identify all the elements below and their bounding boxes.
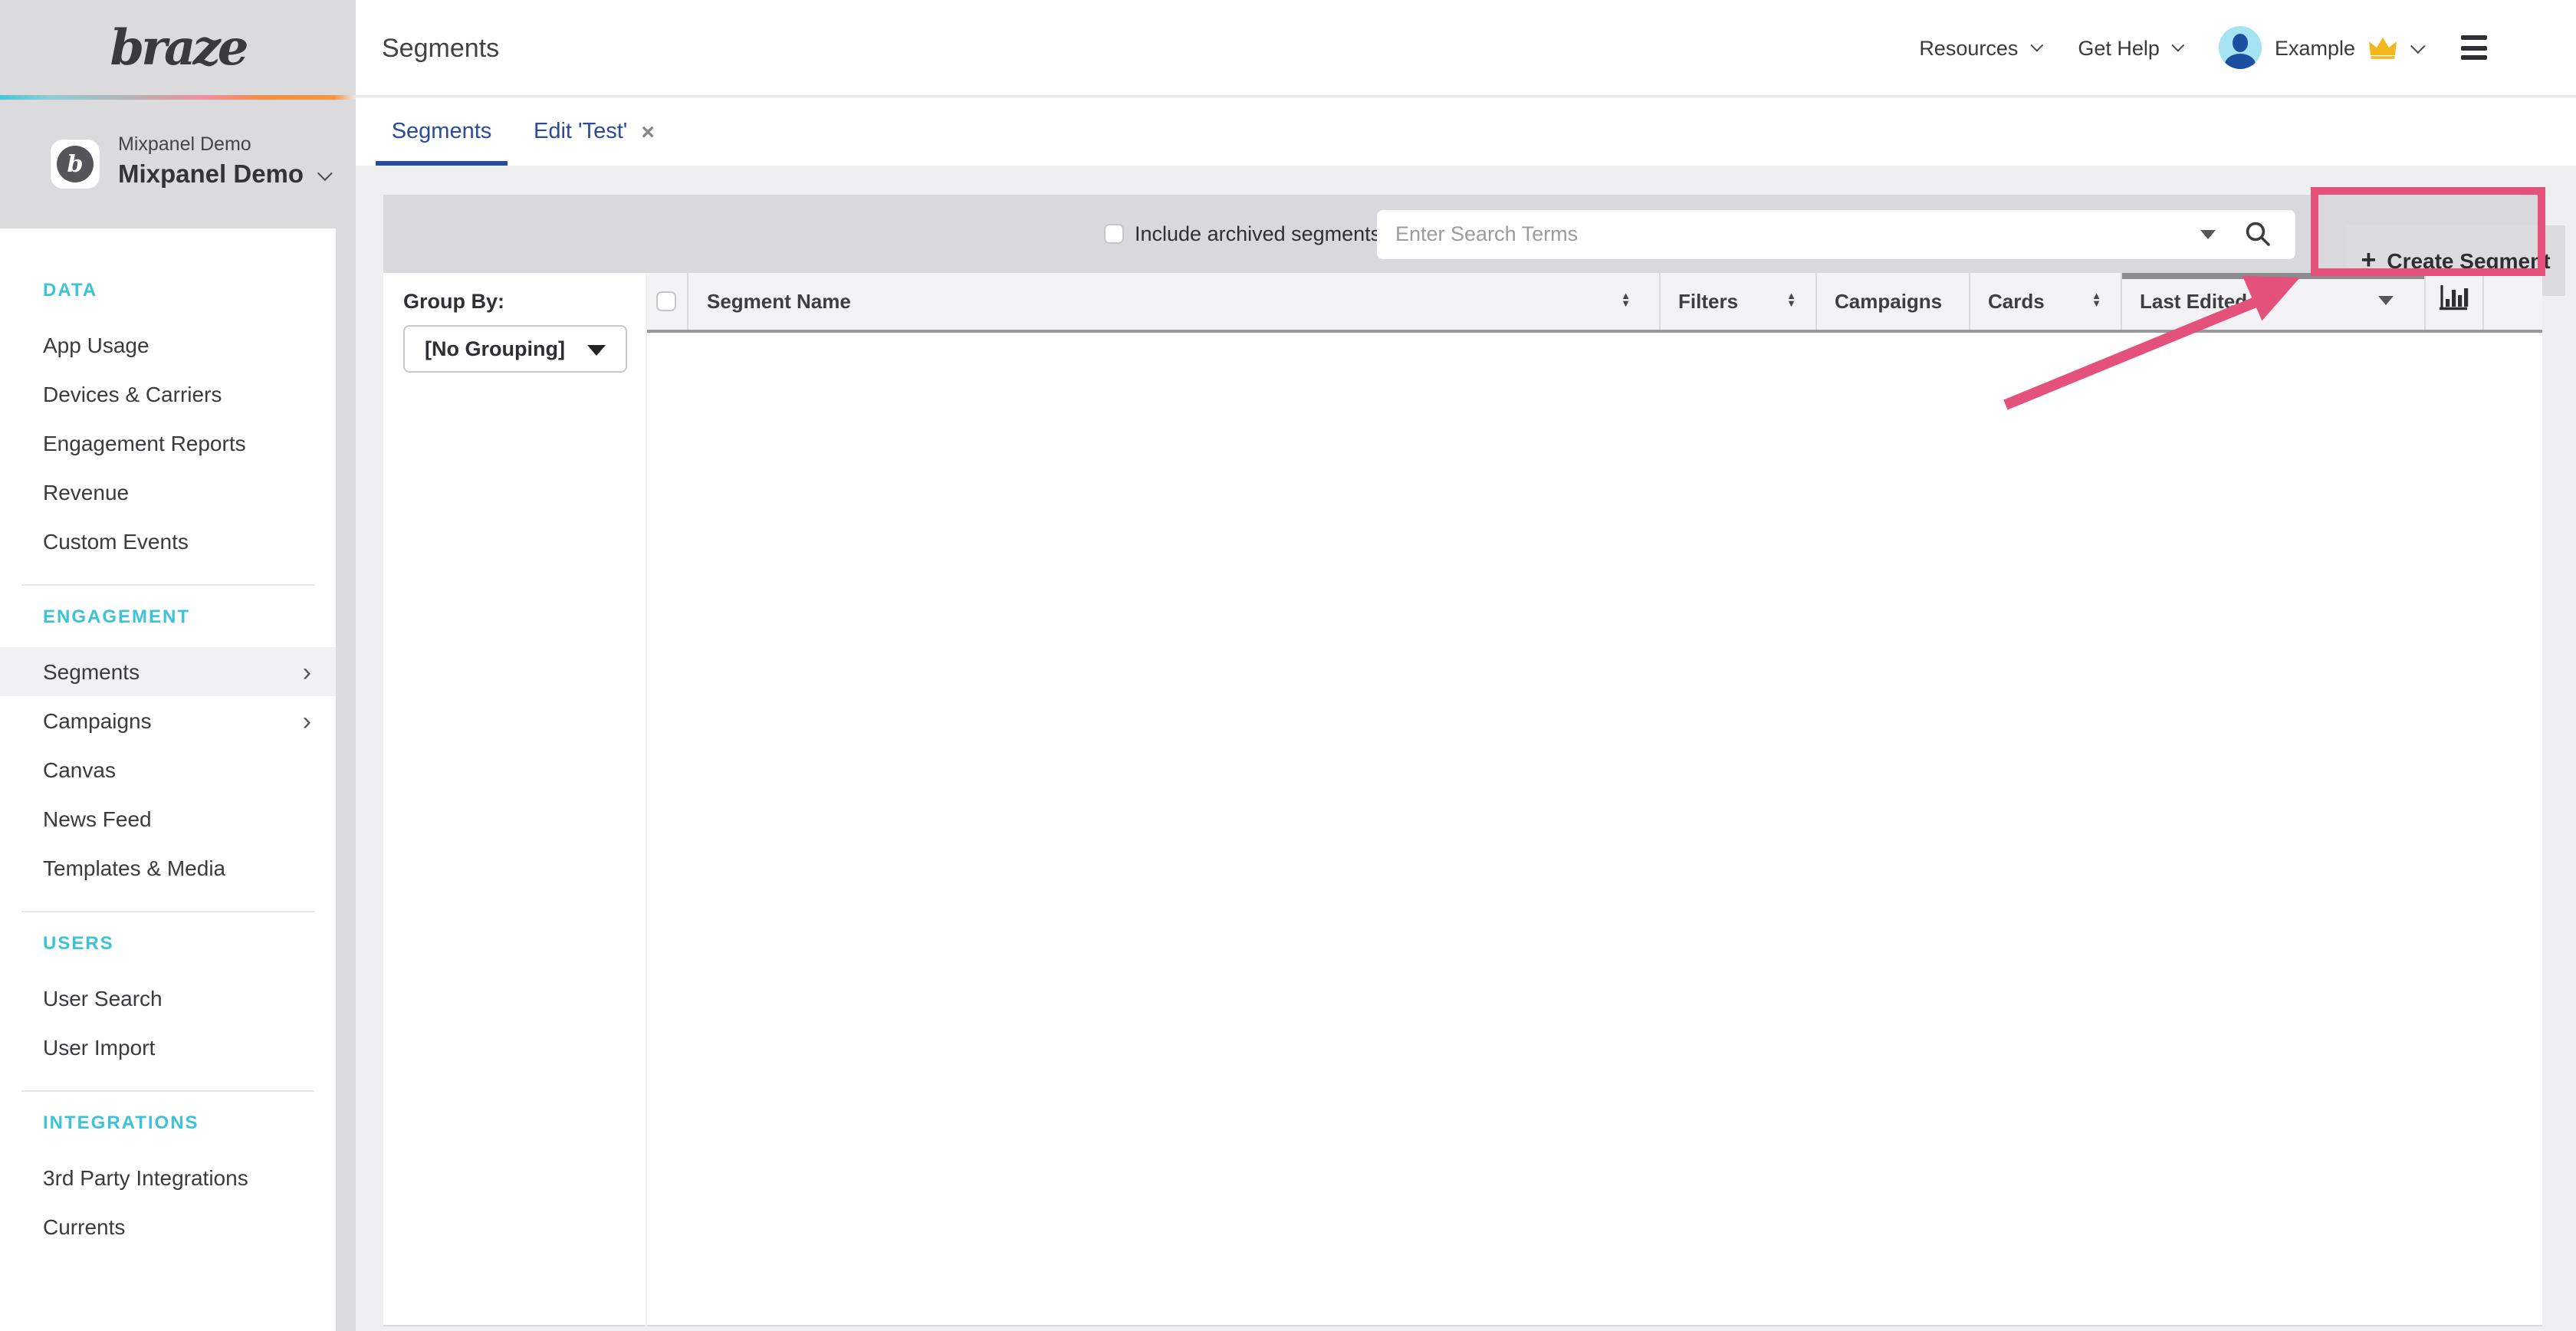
workspace-company-name[interactable]: Mixpanel Demo bbox=[118, 161, 328, 190]
sort-icon[interactable]: ▲▼ bbox=[1786, 293, 1796, 310]
include-archived-label: Include archived segments bbox=[1135, 222, 1381, 245]
section-title-integrations: INTEGRATIONS bbox=[43, 1110, 356, 1135]
sort-icon[interactable]: ▲▼ bbox=[1621, 293, 1631, 310]
table-header-row: Segment Name ▲▼ Filters ▲▼ Campaigns Car… bbox=[646, 273, 2542, 332]
section-divider bbox=[21, 911, 314, 912]
hamburger-menu-icon[interactable] bbox=[2461, 35, 2487, 60]
sidebar-nav: DATA App Usage Devices & Carriers Engage… bbox=[0, 228, 356, 1331]
sidebar-item-3rd-party-integrations[interactable]: 3rd Party Integrations bbox=[0, 1153, 336, 1202]
chevron-right-icon: › bbox=[303, 659, 311, 685]
sidebar-item-canvas[interactable]: Canvas bbox=[0, 745, 336, 794]
section-title-users: USERS bbox=[43, 931, 356, 955]
column-dropdown-caret-icon[interactable] bbox=[2377, 297, 2393, 306]
resources-menu[interactable]: Resources bbox=[1919, 36, 2039, 59]
workspace-app-icon: b bbox=[51, 140, 100, 189]
chevron-down-icon bbox=[317, 166, 333, 181]
select-all-checkbox[interactable] bbox=[657, 291, 677, 311]
workspace-switcher[interactable]: b Mixpanel Demo Mixpanel Demo bbox=[0, 100, 356, 230]
include-archived-control: Include archived segments bbox=[1104, 194, 1381, 273]
column-campaigns[interactable]: Campaigns bbox=[1815, 273, 1968, 329]
selected-column-indicator bbox=[2121, 273, 2423, 279]
user-name: Example bbox=[2275, 36, 2355, 59]
braze-b-icon: b bbox=[57, 146, 94, 182]
dropdown-triangle-icon bbox=[587, 345, 606, 356]
active-tab-underline bbox=[376, 160, 508, 166]
select-all-cell bbox=[646, 273, 687, 329]
segments-content: Include archived segments + Create Segme… bbox=[356, 166, 2576, 1331]
braze-logo[interactable]: braze bbox=[110, 18, 246, 77]
column-segment-name[interactable]: Segment Name ▲▼ bbox=[687, 273, 1658, 329]
chevron-right-icon: › bbox=[303, 708, 311, 734]
sidebar-item-engagement-reports[interactable]: Engagement Reports bbox=[0, 419, 336, 468]
page-title: Segments bbox=[382, 34, 499, 64]
get-help-menu[interactable]: Get Help bbox=[2078, 36, 2181, 59]
sidebar-scrollbar[interactable] bbox=[336, 228, 356, 1331]
sidebar-item-devices-carriers[interactable]: Devices & Carriers bbox=[0, 370, 336, 419]
section-divider bbox=[21, 1090, 314, 1092]
chevron-down-icon bbox=[2172, 39, 2185, 52]
section-divider bbox=[21, 584, 314, 586]
segments-toolbar: Include archived segments + Create Segme… bbox=[383, 194, 2542, 273]
braze-dashboard: braze b Mixpanel Demo Mixpanel Demo DATA… bbox=[0, 0, 2576, 1331]
chevron-down-icon bbox=[2410, 38, 2426, 53]
main-header: Segments Resources Get Help Example bbox=[356, 0, 2576, 97]
include-archived-checkbox[interactable] bbox=[1104, 224, 1124, 244]
workspace-app-name: Mixpanel Demo bbox=[118, 133, 251, 155]
sidebar-item-templates-media[interactable]: Templates & Media bbox=[0, 843, 336, 892]
group-by-select[interactable]: [No Grouping] bbox=[403, 325, 627, 373]
header-right-nav: Resources Get Help Example bbox=[1919, 0, 2487, 95]
chevron-down-icon bbox=[2031, 39, 2044, 52]
segment-search bbox=[1377, 209, 2295, 258]
search-dropdown-caret-icon[interactable] bbox=[2200, 229, 2216, 238]
sidebar-item-revenue[interactable]: Revenue bbox=[0, 468, 336, 517]
group-by-panel: Group By: [No Grouping] bbox=[383, 273, 646, 1326]
close-icon[interactable]: × bbox=[641, 119, 655, 145]
avatar bbox=[2220, 26, 2262, 69]
bar-chart-icon bbox=[2439, 286, 2468, 317]
tab-bar: Segments Edit 'Test' × bbox=[356, 98, 2576, 166]
sidebar-item-app-usage[interactable]: App Usage bbox=[0, 320, 336, 370]
sidebar-item-currents[interactable]: Currents bbox=[0, 1202, 336, 1251]
sidebar-item-user-search[interactable]: User Search bbox=[0, 974, 336, 1023]
sidebar-item-news-feed[interactable]: News Feed bbox=[0, 794, 336, 843]
search-input[interactable] bbox=[1377, 209, 2295, 258]
section-title-data: DATA bbox=[43, 278, 356, 302]
sidebar-item-custom-events[interactable]: Custom Events bbox=[0, 517, 336, 566]
plus-icon: + bbox=[2361, 245, 2376, 275]
logo-block: braze bbox=[0, 0, 356, 95]
group-by-label: Group By: bbox=[403, 290, 504, 313]
user-menu[interactable]: Example bbox=[2220, 26, 2421, 69]
column-spacer bbox=[2482, 273, 2542, 329]
column-filters[interactable]: Filters ▲▼ bbox=[1658, 273, 1815, 329]
segments-table: Segment Name ▲▼ Filters ▲▼ Campaigns Car… bbox=[646, 273, 2542, 1326]
column-analytics[interactable] bbox=[2423, 273, 2482, 329]
column-last-edited[interactable]: Last Edited bbox=[2120, 273, 2423, 329]
tab-segments[interactable]: Segments bbox=[376, 98, 508, 166]
sidebar-item-segments[interactable]: Segments › bbox=[0, 647, 336, 696]
sort-icon[interactable]: ▲▼ bbox=[2091, 293, 2101, 310]
sidebar: braze b Mixpanel Demo Mixpanel Demo DATA… bbox=[0, 0, 356, 1331]
search-icon[interactable] bbox=[2245, 220, 2271, 254]
tab-edit-test[interactable]: Edit 'Test' × bbox=[534, 98, 655, 166]
section-title-engagement: ENGAGEMENT bbox=[43, 604, 356, 629]
crown-icon bbox=[2367, 35, 2398, 60]
column-cards[interactable]: Cards ▲▼ bbox=[1968, 273, 2120, 329]
sidebar-item-user-import[interactable]: User Import bbox=[0, 1023, 336, 1072]
sidebar-item-campaigns[interactable]: Campaigns › bbox=[0, 696, 336, 745]
